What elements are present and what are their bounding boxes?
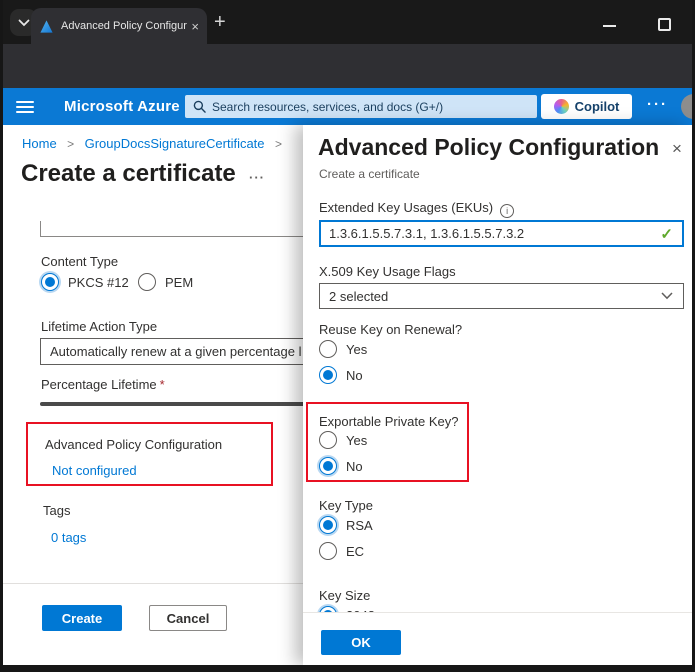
content-type-label: Content Type [41,254,118,269]
radio-label: Yes [346,342,367,357]
radio-selected-icon[interactable] [319,457,337,475]
advanced-policy-configuration-panel: Advanced Policy Configuration × Create a… [303,125,692,665]
tags-link[interactable]: 0 tags [51,530,86,545]
azure-brand[interactable]: Microsoft Azure [64,98,180,115]
partial-input-field[interactable] [40,221,303,237]
reuse-key-option-no[interactable]: No [319,366,363,384]
not-configured-link[interactable]: Not configured [52,463,137,478]
browser-window: Advanced Policy Configuration × + ← → [0,0,695,672]
radio-label: RSA [346,518,373,533]
breadcrumb-separator: > [67,137,74,151]
exportable-key-annotation-box: Exportable Private Key? Yes No [306,402,469,482]
window-frame [0,665,695,672]
breadcrumb-home-link[interactable]: Home [22,136,57,151]
valid-check-icon: ✓ [660,225,673,243]
radio-selected-icon[interactable] [319,516,337,534]
tab-close-icon[interactable]: × [191,19,199,34]
hamburger-menu-button[interactable] [16,101,34,116]
browser-titlebar: Advanced Policy Configuration × + [0,0,695,44]
ok-button[interactable]: OK [321,630,401,655]
chevron-down-icon [661,292,673,300]
radio-unselected-icon[interactable] [319,542,337,560]
browser-tab[interactable]: Advanced Policy Configuration × [31,8,207,44]
window-maximize-button[interactable] [658,18,671,31]
tags-label: Tags [43,503,70,518]
chevron-down-icon [18,19,30,27]
advanced-policy-annotation-box: Advanced Policy Configuration Not config… [26,422,273,486]
exportable-key-option-yes[interactable]: Yes [319,431,367,449]
reuse-key-option-yes[interactable]: Yes [319,340,367,358]
key-usage-flags-label: X.509 Key Usage Flags [319,264,456,279]
eku-input[interactable]: 1.3.6.1.5.5.7.3.1, 1.3.6.1.5.5.7.3.2 ✓ [319,220,684,247]
create-certificate-page: Home > GroupDocsSignatureCertificate > C… [3,125,303,665]
azure-header: Microsoft Azure Search resources, servic… [0,88,695,125]
radio-label: No [346,459,363,474]
required-asterisk: * [160,377,165,392]
new-tab-button[interactable]: + [214,11,226,34]
panel-title: Advanced Policy Configuration [318,134,659,161]
panel-footer: OK [303,612,692,665]
breadcrumb: Home > GroupDocsSignatureCertificate > [22,135,288,153]
percentage-lifetime-label: Percentage Lifetime* [41,376,165,394]
copilot-icon [554,99,569,114]
header-more-button[interactable]: ··· [647,96,668,113]
key-type-option-rsa[interactable]: RSA [319,516,373,534]
lifetime-action-type-value: Automatically renew at a given percentag… [50,344,301,359]
advanced-policy-label: Advanced Policy Configuration [45,437,222,452]
search-icon [193,100,206,113]
lifetime-action-type-dropdown[interactable]: Automatically renew at a given percentag… [40,338,303,365]
content-type-option-pem[interactable]: PEM [138,273,193,291]
key-type-option-ec[interactable]: EC [319,542,364,560]
eku-label: Extended Key Usages (EKUs) [319,200,493,215]
breadcrumb-certificate-link[interactable]: GroupDocsSignatureCertificate [85,136,265,151]
key-size-label: Key Size [319,588,370,603]
radio-label: PEM [165,275,193,290]
copilot-button[interactable]: Copilot [541,94,632,119]
window-minimize-button[interactable] [603,25,616,27]
key-usage-flags-dropdown[interactable]: 2 selected [319,283,684,309]
azure-search-box[interactable]: Search resources, services, and docs (G+… [185,95,537,118]
window-frame [0,0,3,672]
footer-divider [3,583,303,584]
exportable-key-option-no[interactable]: No [319,457,363,475]
radio-selected-icon[interactable] [319,366,337,384]
radio-label: Yes [346,433,367,448]
page-more-button[interactable]: ··· [249,170,265,185]
reuse-key-label: Reuse Key on Renewal? [319,322,462,337]
info-icon[interactable]: i [500,204,514,218]
radio-unselected-icon[interactable] [319,431,337,449]
azure-favicon [39,19,54,34]
radio-unselected-icon[interactable] [319,340,337,358]
eku-label-row: Extended Key Usages (EKUs) i [319,199,514,218]
exportable-key-label: Exportable Private Key? [319,414,458,429]
tab-title: Advanced Policy Configuration [61,20,187,32]
create-button[interactable]: Create [42,605,122,631]
radio-unselected-icon[interactable] [138,273,156,291]
page-title: Create a certificate [21,160,236,188]
panel-close-icon[interactable]: × [666,138,688,160]
key-type-label: Key Type [319,498,373,513]
radio-label: No [346,368,363,383]
azure-search-placeholder: Search resources, services, and docs (G+… [212,100,443,114]
panel-subtitle: Create a certificate [319,167,420,181]
lifetime-action-type-label: Lifetime Action Type [41,319,157,334]
key-usage-flags-value: 2 selected [329,289,661,304]
radio-selected-icon[interactable] [41,273,59,291]
eku-value: 1.3.6.1.5.5.7.3.1, 1.3.6.1.5.5.7.3.2 [329,226,660,241]
copilot-label: Copilot [575,99,620,114]
breadcrumb-separator: > [275,137,282,151]
radio-label: EC [346,544,364,559]
radio-label: PKCS #12 [68,275,129,290]
percentage-lifetime-slider[interactable] [40,402,303,406]
cancel-button[interactable]: Cancel [149,605,227,631]
content-type-option-pkcs12[interactable]: PKCS #12 [41,273,129,291]
browser-toolbar: ← → portal.azure.co... [0,44,695,88]
